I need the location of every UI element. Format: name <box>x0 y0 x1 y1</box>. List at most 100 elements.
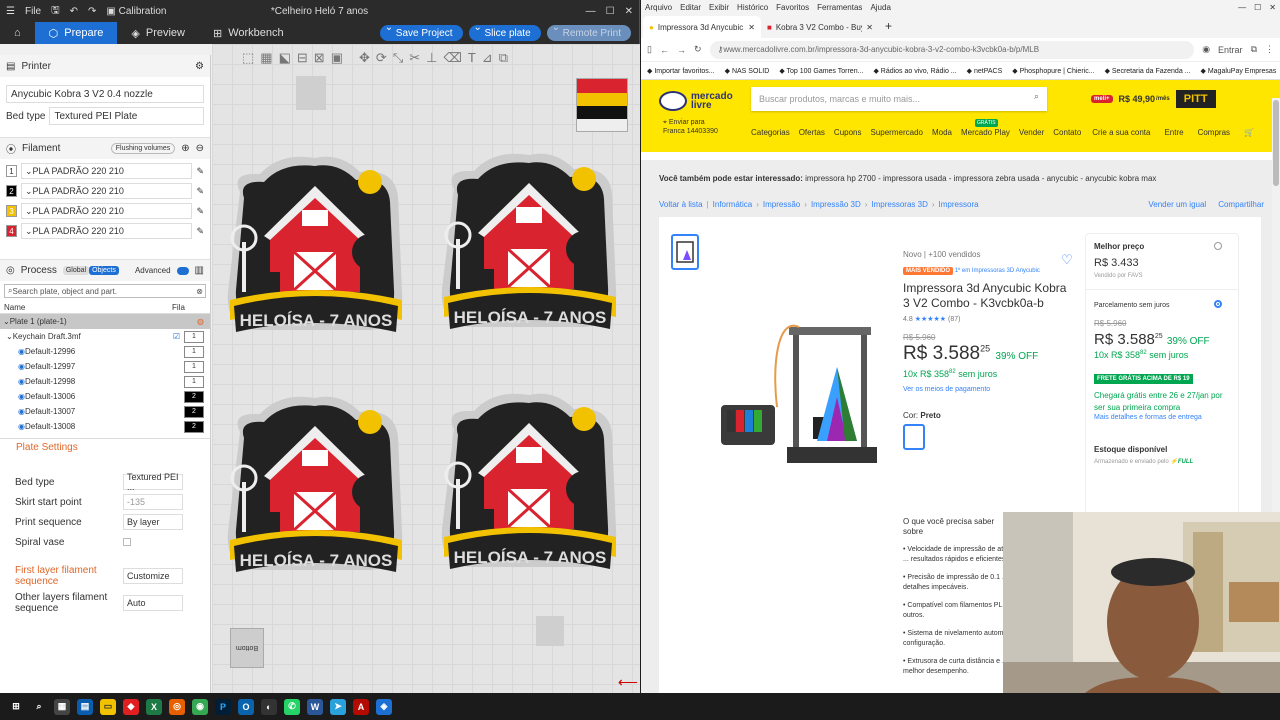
add-filament-icon[interactable]: ⊕ <box>181 143 189 154</box>
slice-plate-button[interactable]: Slice plate <box>468 22 541 41</box>
ml-search-input[interactable]: Buscar produtos, marcas e muito mais... ⌕ <box>751 87 1047 111</box>
spiral-vase-checkbox[interactable] <box>123 538 131 546</box>
edit-icon[interactable]: ✎ <box>196 206 204 217</box>
browser-menu-item[interactable]: Ajuda <box>870 3 890 12</box>
assemble-icon[interactable]: ⧉ <box>499 50 508 66</box>
calibration-menu[interactable]: ▣ Calibration <box>106 6 166 17</box>
reload-icon[interactable]: ↻ <box>694 44 702 55</box>
view-cube[interactable]: Bottom <box>230 628 264 668</box>
keychain-model[interactable]: HELOÍSA - 7 ANOS <box>434 149 624 344</box>
part-fila[interactable]: 1 <box>184 375 204 388</box>
app2-icon[interactable]: ◐ <box>261 698 277 715</box>
calculator-icon[interactable]: ▦ <box>54 698 70 715</box>
excel-icon[interactable]: X <box>146 698 162 715</box>
favorite-icon[interactable]: ♡ <box>1061 252 1073 268</box>
share-link[interactable]: Compartilhar <box>1218 200 1264 209</box>
maximize-icon[interactable]: ☐ <box>1254 3 1261 12</box>
plate-row[interactable]: ⌄ Plate 1 (plate-1) ◍ <box>0 314 210 329</box>
bookmark-item[interactable]: ◆ Secretaria da Fazenda ... <box>1105 67 1191 75</box>
extensions-icon[interactable]: ⧉ <box>1251 44 1257 55</box>
close-tab-icon[interactable]: ✕ <box>866 23 873 32</box>
filament-row[interactable]: 4 ⌄ PLA PADRÃO 220 210 ✎ <box>6 223 204 239</box>
close-tab-icon[interactable]: ✕ <box>748 23 755 32</box>
search-icon[interactable]: ⌕ <box>1034 91 1039 102</box>
minimize-icon[interactable]: — <box>586 6 596 17</box>
telegram-icon[interactable]: ➤ <box>330 698 346 715</box>
part-row[interactable]: ◉ Default-13007 2 <box>0 404 210 419</box>
part-row[interactable]: ◉ Default-12997 1 <box>0 359 210 374</box>
minimize-icon[interactable]: — <box>1238 3 1246 12</box>
firefox-icon[interactable]: ◎ <box>169 698 185 715</box>
filament-color-chip[interactable]: 1 <box>6 165 17 177</box>
undo-icon[interactable]: ↶ <box>70 6 78 17</box>
bookmark-item[interactable]: ◆ MagaluPay Empresas <box>1201 67 1277 75</box>
object-checked-icon[interactable]: ☑ <box>173 332 180 341</box>
settings-icon[interactable]: ⚙ <box>195 61 204 72</box>
url-input[interactable]: ⚷ www.mercadolivre.com.br/impressora-3d-… <box>709 40 1195 59</box>
move-icon[interactable]: ✥ <box>359 50 370 66</box>
filament-color-chip[interactable]: 2 <box>6 185 17 197</box>
scale-icon[interactable]: ⤡ <box>393 50 403 66</box>
plate-bed-type-select[interactable]: Textured PEI ... <box>123 472 183 492</box>
back-icon[interactable]: ← <box>660 45 669 55</box>
close-icon[interactable]: ✕ <box>1269 3 1276 12</box>
outlook-icon[interactable]: O <box>238 698 254 715</box>
word-icon[interactable]: W <box>307 698 323 715</box>
compare-icon[interactable]: ▥ <box>195 265 204 276</box>
ml-nav-item[interactable]: Cupons <box>834 128 862 137</box>
part-fila[interactable]: 2 <box>184 390 204 403</box>
acrobat-icon[interactable]: A <box>353 698 369 715</box>
payment-methods-link[interactable]: Ver os meios de pagamento <box>903 386 1073 393</box>
bookmark-item[interactable]: ◆ NAS SOLID <box>725 67 770 75</box>
remote-print-button[interactable]: Remote Print <box>546 22 631 41</box>
keychain-model[interactable]: HELOÍSA - 7 ANOS <box>220 392 410 587</box>
new-tab-icon[interactable]: + <box>879 19 898 38</box>
bookmark-item[interactable]: ◆ Rádios ao vivo, Rádio ... <box>873 67 956 75</box>
app-icon[interactable]: ◆ <box>123 698 139 715</box>
ml-nav-item[interactable]: Vender <box>1019 128 1044 137</box>
skirt-input[interactable]: -135 <box>123 494 183 510</box>
product-thumbnail[interactable] <box>671 234 699 270</box>
clear-search-icon[interactable]: ⊗ <box>196 287 205 296</box>
remove-filament-icon[interactable]: ⊖ <box>196 143 204 154</box>
shipping-details-link[interactable]: Mais detalhes e formas de entrega <box>1094 414 1230 421</box>
part-row[interactable]: ◉ Default-12996 1 <box>0 344 210 359</box>
browser-menu-item[interactable]: Ferramentas <box>817 3 862 12</box>
explorer-icon[interactable]: ▭ <box>100 698 116 715</box>
layout-icon[interactable]: ▣ <box>331 50 343 66</box>
bookmark-item[interactable]: ◆ Phosphopure | Chieric... <box>1012 67 1094 75</box>
slicer-icon[interactable]: ◈ <box>376 698 392 715</box>
save-project-button[interactable]: Save Project <box>379 22 463 41</box>
plate-canvas[interactable]: ⬚ ▦ ⬕ ⊟ ⊠ ▣ ✥ ⟳ ⤡ ✂ ⊥ ⌫ T ⊿ ⧉ HELOÍSA - … <box>212 44 640 693</box>
breadcrumb-item[interactable]: Impressão 3D <box>811 200 861 209</box>
breadcrumb-item[interactable]: Impressora <box>939 200 979 209</box>
best-price-radio[interactable] <box>1214 242 1222 250</box>
first-layer-select[interactable]: Customize <box>123 568 183 584</box>
bookmark-item[interactable]: ◆ Importar favoritos... <box>647 67 715 75</box>
flushing-volumes-button[interactable]: Flushing volumes <box>110 143 176 154</box>
plate-settings-header[interactable]: Plate Settings <box>0 438 210 456</box>
keychain-model[interactable]: HELOÍSA - 7 ANOS <box>434 389 624 584</box>
filament-select[interactable]: ⌄ PLA PADRÃO 220 210 <box>21 223 193 239</box>
text-icon[interactable]: T <box>468 50 476 66</box>
breadcrumb-item[interactable]: Impressão <box>763 200 800 209</box>
support-icon[interactable]: ⊥ <box>426 50 437 66</box>
filament-prime-tower[interactable] <box>576 78 628 132</box>
paint-icon[interactable]: ⌫ <box>443 50 461 66</box>
object-search-input[interactable]: ⌕ Search plate, object and part. ⊗ <box>4 284 206 298</box>
browser-menu-item[interactable]: Arquivo <box>645 3 672 12</box>
ml-nav-item[interactable]: Moda <box>932 128 952 137</box>
forward-icon[interactable]: → <box>677 45 686 55</box>
sell-similar-link[interactable]: Vender um igual <box>1148 200 1206 209</box>
tab-prepare[interactable]: ⬡ Prepare <box>34 22 118 44</box>
hamburger-icon[interactable]: ☰ <box>6 6 15 17</box>
redo-icon[interactable]: ↷ <box>88 6 96 17</box>
browser-menu-item[interactable]: Favoritos <box>776 3 809 12</box>
arrange-icon[interactable]: ⊟ <box>297 50 308 66</box>
printer-select[interactable]: Anycubic Kobra 3 V2 0.4 nozzle <box>6 85 204 103</box>
advanced-toggle[interactable] <box>176 266 189 275</box>
cut-icon[interactable]: ✂ <box>409 50 420 66</box>
tab-kobra[interactable]: ■Kobra 3 V2 Combo - Buy Kobra ✕ <box>761 16 879 38</box>
bed-type-select[interactable]: Textured PEI Plate <box>49 107 204 125</box>
account-icon[interactable]: ◉ <box>1202 44 1210 55</box>
